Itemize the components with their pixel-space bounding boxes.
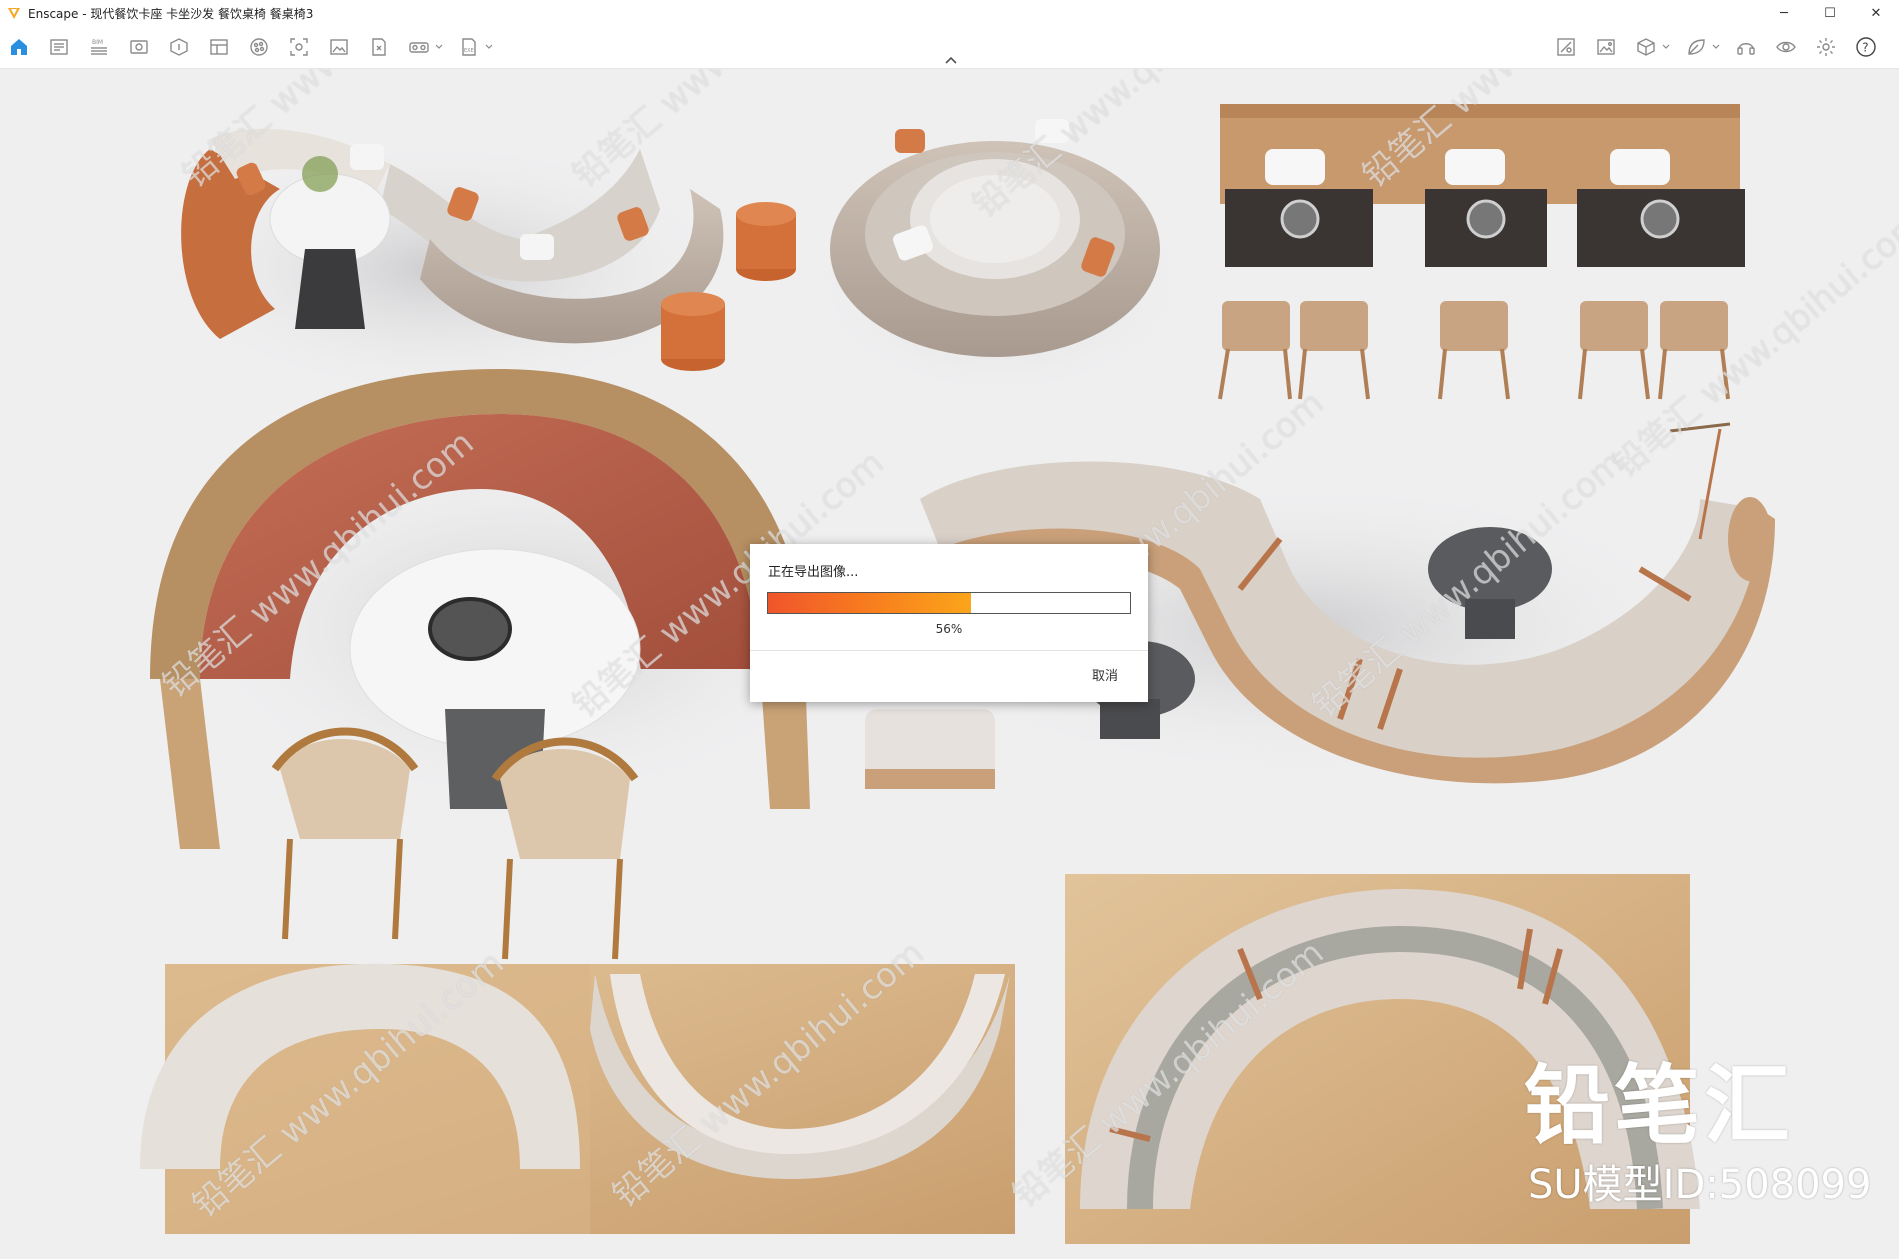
export-file-icon	[372, 38, 386, 56]
progress-percent: 56%	[935, 622, 963, 636]
image-gallery-button[interactable]	[1593, 34, 1619, 60]
capture-icon	[290, 38, 308, 56]
cancel-button[interactable]: 取消	[1092, 665, 1118, 684]
asset-placement-button[interactable]	[1553, 34, 1579, 60]
batch-render-icon	[50, 39, 68, 55]
exe-export-icon: EXE	[462, 38, 476, 56]
exe-export-button[interactable]: EXE	[456, 34, 482, 60]
vr-headset-icon	[409, 42, 429, 53]
help-button[interactable]: ?	[1853, 34, 1879, 60]
toolbar-left-group: BIM EXE	[6, 34, 506, 60]
collapse-toolbar-chevron-icon[interactable]	[942, 54, 960, 66]
views-button[interactable]	[126, 34, 152, 60]
bim-label: BIM	[92, 39, 103, 46]
atmosphere-icon	[250, 38, 268, 56]
eye-button[interactable]	[1773, 34, 1799, 60]
screenshot-button[interactable]	[326, 34, 352, 60]
marble-table	[1577, 189, 1745, 267]
home-icon	[11, 39, 27, 55]
exe-label: EXE	[464, 48, 474, 54]
enscape-logo-icon	[8, 8, 20, 19]
chevron-down-icon	[1712, 44, 1720, 49]
settings-button[interactable]	[1813, 34, 1839, 60]
leaf-icon	[1688, 39, 1705, 55]
help-icon: ?	[1856, 37, 1876, 57]
batch-render-button[interactable]	[46, 34, 72, 60]
bim-icon: BIM	[91, 39, 107, 55]
asset-library-icon	[170, 38, 188, 56]
help-label: ?	[1862, 41, 1868, 55]
terracotta-semicircle-booth	[150, 369, 850, 960]
progress-bar	[767, 592, 1131, 614]
leaf-dropdown-toggle[interactable]	[1711, 34, 1721, 60]
capture-button[interactable]	[286, 34, 312, 60]
booth-row-with-tables	[1218, 104, 1745, 400]
chevron-down-icon	[485, 44, 493, 49]
vr-headset-button[interactable]	[406, 34, 432, 60]
marble-table	[1225, 189, 1373, 267]
cube-dropdown-toggle[interactable]	[1661, 34, 1671, 60]
settings-icon	[1817, 38, 1835, 56]
leaf-button[interactable]	[1683, 34, 1709, 60]
material-editor-button[interactable]	[206, 34, 232, 60]
circular-booth	[810, 119, 1190, 399]
export-progress-dialog: 正在导出图像... 56% 取消	[750, 544, 1148, 702]
eye-icon	[1776, 41, 1796, 53]
asset-library-button[interactable]	[166, 34, 192, 60]
vr-dropdown-toggle[interactable]	[434, 34, 444, 60]
brand-watermark: 铅笔汇	[1524, 1056, 1794, 1156]
headset-button[interactable]	[1733, 34, 1759, 60]
export-file-button[interactable]	[366, 34, 392, 60]
marble-table	[1425, 189, 1547, 267]
image-gallery-icon	[1597, 39, 1615, 55]
screenshot-icon	[330, 39, 348, 55]
minimize-button[interactable]: ─	[1761, 0, 1807, 26]
progress-bar-fill	[768, 593, 971, 613]
title-bar: Enscape - 现代餐饮卡座 卡坐沙发 餐饮桌椅 餐桌椅3 ─ ☐ ✕	[0, 0, 1899, 26]
window-controls: ─ ☐ ✕	[1761, 0, 1899, 26]
wooden-armchair	[491, 737, 639, 960]
chevron-down-icon	[1662, 44, 1670, 49]
home-button[interactable]	[6, 34, 32, 60]
toolbar-right-group: ?	[1553, 34, 1893, 60]
cube-view-button[interactable]	[1633, 34, 1659, 60]
maximize-button[interactable]: ☐	[1807, 0, 1853, 26]
dialog-title: 正在导出图像...	[768, 565, 859, 580]
material-editor-icon	[210, 39, 228, 55]
wooden-armchair	[271, 727, 419, 940]
views-icon	[130, 40, 148, 54]
s-curve-booth-set	[150, 128, 796, 399]
bim-button[interactable]: BIM	[86, 34, 112, 60]
exe-dropdown-toggle[interactable]	[484, 34, 494, 60]
chevron-down-icon	[435, 44, 443, 49]
close-button[interactable]: ✕	[1853, 0, 1899, 26]
atmosphere-button[interactable]	[246, 34, 272, 60]
wooden-double-booth	[110, 963, 1070, 1239]
window-title: Enscape - 现代餐饮卡座 卡坐沙发 餐饮桌椅 餐桌椅3	[28, 6, 314, 21]
cube-view-icon	[1637, 38, 1655, 56]
model-id-watermark: SU模型ID:508099	[1528, 1162, 1872, 1208]
headset-icon	[1737, 43, 1755, 55]
dialog-divider	[750, 650, 1148, 651]
asset-placement-icon	[1557, 38, 1575, 56]
